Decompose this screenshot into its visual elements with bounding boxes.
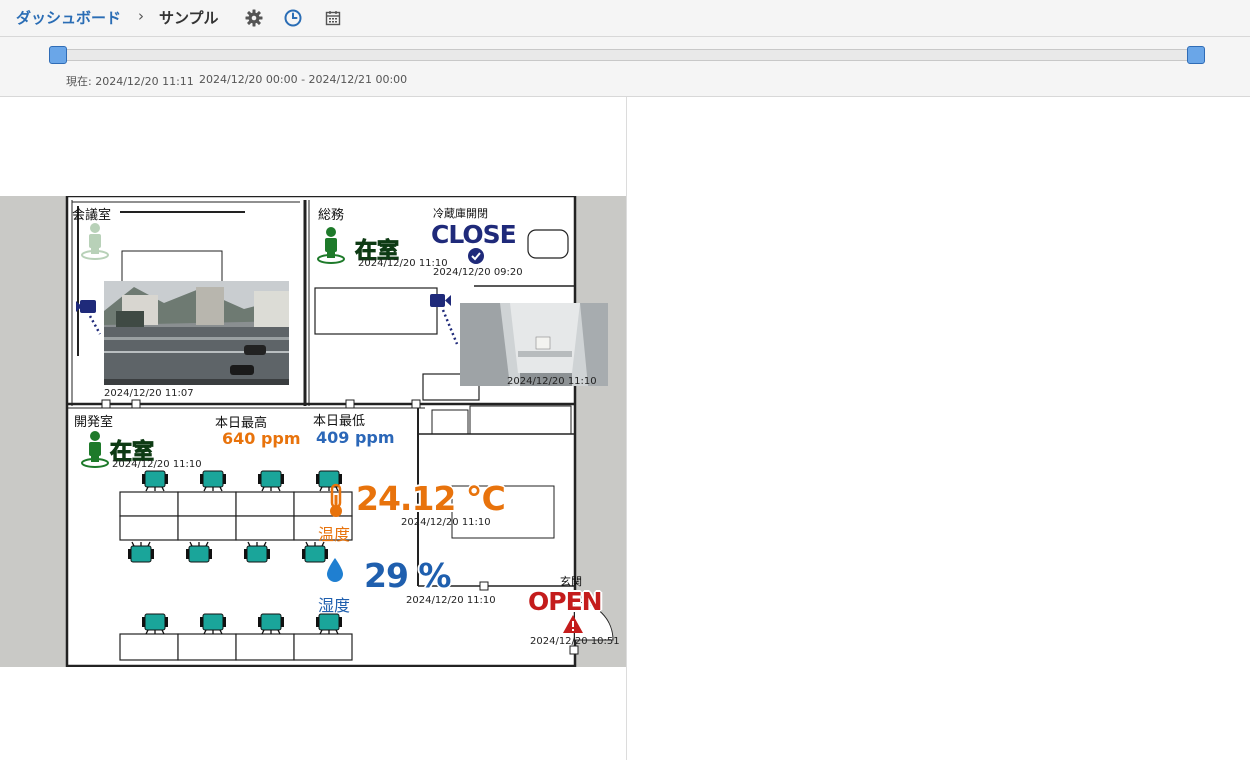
temperature-value: 24.12 ℃ [356,479,506,518]
calendar-icon[interactable] [323,8,343,28]
humidity-label: 湿度 [318,596,351,615]
dev-room-presence-timestamp: 2024/12/20 11:10 [112,459,202,470]
timeline-slider-bar: 現在: 2024/12/20 11:11 2024/12/20 00:00 - … [0,37,1250,97]
panel-divider [626,97,627,760]
fridge-timestamp: 2024/12/20 09:20 [433,267,523,278]
fridge-state: CLOSE [431,220,517,249]
co2-max-value: 640 ppm [222,429,301,448]
entrance-state: OPEN [528,587,603,616]
fridge-camera-snapshot [460,303,608,386]
dev-room-label: 開発室 [74,415,114,430]
co2-min-value: 409 ppm [316,428,395,447]
floor-plan: 会議室 2024/12/20 11:07 総務 在室 2024/12/20 11… [0,196,626,667]
top-bar: ダッシュボード › サンプル [0,0,1250,37]
timeline-track[interactable] [58,49,1196,61]
time-range-text: 2024/12/20 00:00 - 2024/12/21 00:00 [199,73,408,86]
humidity-timestamp: 2024/12/20 11:10 [406,595,496,606]
camera-icon[interactable] [429,292,461,346]
thermometer-icon [330,483,342,517]
fridge-camera-image[interactable] [460,303,608,386]
temperature-timestamp: 2024/12/20 11:10 [401,517,491,528]
timeline-start-handle[interactable] [49,46,67,64]
co2-min-label: 本日最低 [313,414,366,429]
page-title: サンプル [159,9,219,27]
breadcrumb-dashboard-link[interactable]: ダッシュボード [16,7,121,28]
temperature-label: 温度 [318,525,351,544]
check-circle-icon [468,248,484,264]
camera-icon[interactable] [74,298,104,336]
meeting-room-camera-image[interactable] [104,281,289,385]
person-present-icon [81,431,109,468]
humidity-value: 29 % [364,556,451,595]
fridge-camera-timestamp: 2024/12/20 11:10 [507,376,597,387]
person-present-icon [317,227,345,264]
meeting-room-label: 会議室 [72,208,112,223]
timeline-end-handle[interactable] [1187,46,1205,64]
current-time-text: 現在: 2024/12/20 11:11 [66,75,194,88]
clock-icon[interactable] [283,8,303,28]
meeting-room-camera-timestamp: 2024/12/20 11:07 [104,388,194,399]
water-drop-icon [327,558,343,582]
breadcrumb-separator: › [138,7,144,25]
gear-icon[interactable] [244,8,264,28]
street-camera-snapshot [104,281,289,385]
general-affairs-label: 総務 [318,208,345,223]
person-absent-icon [81,223,109,260]
entrance-timestamp: 2024/12/20 10:51 [530,636,620,647]
warning-icon [563,615,583,633]
fridge-label: 冷蔵庫開閉 [433,207,488,220]
